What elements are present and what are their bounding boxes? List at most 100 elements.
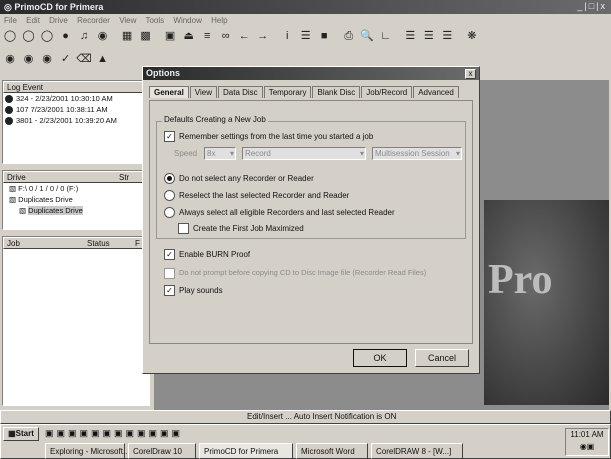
session-select[interactable]: Multisession Session ▾	[372, 147, 462, 160]
drive-item[interactable]: ▧ Duplicates Drive	[3, 194, 145, 205]
check-mark-icon: ✓	[164, 249, 175, 261]
copy-icon[interactable]: ◯	[21, 29, 37, 43]
task-primocd[interactable]: PrimoCD for Primera	[199, 443, 293, 459]
menu-drive[interactable]: Drive	[49, 16, 68, 25]
drive-item-selected[interactable]: ▧ Duplicates Drive	[3, 205, 145, 216]
grid-icon[interactable]: ■	[316, 29, 332, 43]
zoom-icon[interactable]: 🔍	[359, 29, 375, 43]
equalize-icon[interactable]: ≡	[199, 29, 215, 43]
eject-icon[interactable]: ⏏	[181, 29, 197, 43]
task-word[interactable]: Microsoft Word	[296, 443, 368, 459]
print-icon[interactable]: ⎙	[341, 29, 357, 43]
align-center-icon[interactable]: ☰	[421, 29, 437, 43]
log-row[interactable]: 324 - 2/23/2001 10:30:10 AM	[3, 93, 145, 104]
menu-view[interactable]: View	[119, 16, 136, 25]
info-icon[interactable]: i	[279, 29, 295, 43]
recorder-icon[interactable]: ◉	[2, 52, 18, 66]
save-icon[interactable]: ▩	[138, 29, 154, 43]
record-icon[interactable]: ●	[58, 29, 74, 43]
disc-icon[interactable]: ◉	[95, 29, 111, 43]
clock[interactable]: 11:01 AM	[566, 429, 608, 441]
tab-job-record[interactable]: Job/Record	[361, 86, 413, 98]
task-explorer[interactable]: Exploring - Microsoft...	[45, 443, 130, 459]
speed-select[interactable]: 8x ▾	[204, 147, 236, 160]
test-icon[interactable]: ◉	[39, 52, 55, 66]
back-icon[interactable]: ←	[236, 29, 252, 43]
align-right-icon[interactable]: ☰	[439, 29, 455, 43]
window-controls[interactable]: _|□|x	[577, 1, 607, 13]
menu-help[interactable]: Help	[211, 16, 227, 25]
drive-item[interactable]: ▧ F:\ 0 / 1 / 0 / 0 (F:)	[3, 183, 145, 194]
tab-temporary[interactable]: Temporary	[263, 86, 312, 98]
align-left-icon[interactable]: ☰	[402, 29, 418, 43]
tab-advanced[interactable]: Advanced	[413, 86, 459, 98]
chart-icon[interactable]: ∟	[378, 29, 394, 43]
tab-general[interactable]: General	[149, 86, 189, 98]
task-coreldraw8[interactable]: CorelDRAW 8 - [W...]	[371, 443, 463, 459]
mode-select[interactable]: Record ▾	[242, 147, 366, 160]
new-job-icon[interactable]: ◯	[2, 29, 18, 43]
close-tray-icon[interactable]: ⌫	[76, 52, 92, 66]
verify-icon[interactable]: ✓	[58, 52, 74, 66]
palette-icon[interactable]: ❋	[464, 29, 480, 43]
log-header[interactable]: Log Event	[3, 81, 145, 93]
menu-file[interactable]: File	[4, 16, 17, 25]
tab-blank-disc[interactable]: Blank Disc	[312, 86, 361, 98]
task-coreldraw[interactable]: CorelDraw 10	[128, 443, 196, 459]
playsounds-checkbox[interactable]: ✓ Play sounds	[164, 285, 223, 297]
radio-no-select[interactable]: Do not select any Recorder or Reader	[164, 173, 314, 185]
dialog-title: Options	[146, 68, 180, 78]
job-col-status[interactable]: Status	[87, 238, 135, 248]
job-col-job[interactable]: Job	[4, 238, 87, 248]
log-row[interactable]: 107 7/23/2001 10:38:11 AM	[3, 104, 145, 115]
radio-on-icon	[164, 173, 175, 185]
remember-checkbox[interactable]: ✓ Remember settings from the last time yo…	[164, 131, 373, 143]
start-button[interactable]: ▦Start	[3, 427, 39, 441]
tab-data-disc[interactable]: Data Disc	[218, 86, 263, 98]
primera-icon[interactable]: ▲	[95, 52, 111, 66]
disabled-option-checkbox[interactable]: Do not prompt before copying CD to Disc …	[164, 267, 470, 279]
radio-select-all[interactable]: Always select all eligible Recorders and…	[164, 207, 395, 219]
radio-reselect-last[interactable]: Reselect the last selected Recorder and …	[164, 190, 349, 202]
tab-view[interactable]: View	[189, 86, 217, 98]
status-text: Edit/Insert ... Auto Insert Notification…	[247, 412, 397, 421]
dialog-close-button[interactable]: x	[465, 69, 476, 79]
radio-off-icon	[164, 190, 175, 202]
reader-icon[interactable]: ◉	[21, 52, 37, 66]
erase-icon[interactable]: ▣	[162, 29, 178, 43]
tab-strip: General View Data Disc Temporary Blank Disc J…	[149, 86, 479, 98]
radio-off-icon	[164, 207, 175, 219]
options-dialog: Options x General View Data Disc Temporary B…	[142, 66, 480, 374]
speed-label: Speed	[174, 149, 198, 158]
job-header: Job Status F	[3, 237, 149, 249]
drive-col-drive[interactable]: Drive	[4, 172, 119, 182]
maximize-job-checkbox[interactable]: Create the First Job Maximized	[178, 223, 304, 235]
cancel-button[interactable]: Cancel	[415, 349, 469, 367]
menu-edit[interactable]: Edit	[26, 16, 40, 25]
chevron-down-icon: ▾	[229, 149, 234, 158]
drive-col-str[interactable]: Str	[119, 173, 129, 182]
menu-window[interactable]: Window	[173, 16, 201, 25]
list-icon[interactable]: ☰	[298, 29, 314, 43]
menu-recorder[interactable]: Recorder	[77, 16, 110, 25]
toolbar-main: ◯ ◯ ◯ ● ♫ ◉ ▦ ▩ ▣ ⏏ ≡ ∞ ← → i ☰ ■ ⎙ 🔍 ∟ …	[2, 29, 609, 51]
log-row[interactable]: 3801 - 2/23/2001 10:39:20 AM	[3, 115, 145, 126]
splash-image: Pro	[484, 200, 609, 405]
taskbar-tasks: Exploring - Microsoft... CorelDraw 10 Prim…	[45, 443, 545, 459]
tray-icons[interactable]: ◉▣	[566, 441, 608, 453]
dialog-titlebar: Options	[143, 67, 479, 80]
forward-icon[interactable]: →	[255, 29, 271, 43]
menu-tools[interactable]: Tools	[145, 16, 164, 25]
burnproof-checkbox[interactable]: ✓ Enable BURN Proof	[164, 249, 250, 261]
audio-icon[interactable]: ♫	[76, 29, 92, 43]
filter-icon[interactable]: ∞	[218, 29, 234, 43]
open-icon[interactable]: ▦	[119, 29, 135, 43]
quick-launch-icon[interactable]: ▣▣▣▣▣▣▣▣▣▣▣▣	[45, 428, 183, 438]
drive-icon: ▧	[9, 184, 19, 193]
job-col-extra[interactable]: F	[135, 239, 140, 248]
taskbar: ▦Start ▣▣▣▣▣▣▣▣▣▣▣▣ Exploring - Microsof…	[0, 424, 611, 459]
duplicate-icon[interactable]: ◯	[39, 29, 55, 43]
drive-pane: Drive Str ▧ F:\ 0 / 1 / 0 / 0 (F:) ▧ Dupl…	[2, 170, 146, 230]
app-title: PrimoCD for Primera	[14, 2, 104, 12]
ok-button[interactable]: OK	[353, 349, 407, 367]
